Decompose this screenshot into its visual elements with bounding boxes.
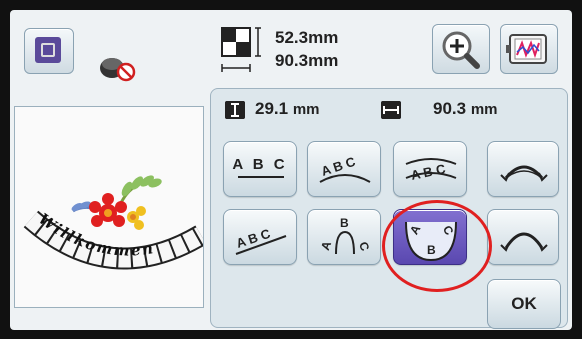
width-measure: 90.3 mm [433,99,498,119]
pattern-width-readout: 90.3mm [275,51,338,71]
arrangement-slant-button[interactable]: A B C [223,209,297,265]
hoop-inner-icon [41,43,55,57]
pattern-width-unit: mm [308,51,339,70]
text-arrangement-panel: 29.1 mm 90.3 mm A B C A B C A B C A B C … [210,88,568,329]
thread-spool-no-icon [100,58,136,82]
arc-up-text-icon: A B C [319,154,371,183]
decrease-curve-button[interactable] [487,209,559,265]
embroidery-design-preview: Willkommen [23,175,207,270]
zoom-button[interactable] [432,24,490,74]
yellow-flower-decoration [127,206,146,230]
highlight-circle [382,200,492,292]
embroidery-preview-button[interactable] [500,24,558,74]
pattern-size-icon [221,27,261,72]
slant-text-icon: A B C [234,226,287,255]
circle-outer-text-icon: B A C [318,216,372,255]
svg-text:C: C [356,240,372,253]
increase-curve-button[interactable] [487,141,559,197]
hoop-frame-button[interactable] [24,28,74,74]
ok-button[interactable]: OK [487,279,561,329]
arc-arrows-icon [500,165,548,182]
svg-text:B: B [340,216,349,230]
arrangement-straight-button[interactable]: A B C [223,141,297,197]
pattern-preview-pane: Willkommen [14,106,207,308]
arc-down-text-icon: A B C [405,158,457,183]
embroidery-frame-preview-icon [506,34,547,64]
arrangement-arc-down-label: A B C [410,161,448,183]
pattern-height-readout: 52.3mm [275,28,338,48]
pattern-height-unit: mm [308,28,339,47]
pattern-height-value: 52.3 [275,28,309,47]
red-flower-decoration [89,193,127,227]
height-measure: 29.1 mm [255,99,320,119]
straight-line-icon [238,176,284,178]
magnifier-plus-icon [442,31,480,69]
arc-arrows-icon [500,232,548,252]
horizontal-size-icon [381,101,401,119]
vertical-size-icon [225,101,245,119]
width-measure-value: 90.3 [433,99,467,118]
svg-text:A: A [318,239,334,252]
embroidery-screen: 52.3mm 90.3mm Willkommen 29.1 mm 90.3 mm… [10,10,572,330]
height-measure-unit: mm [292,101,320,118]
pattern-width-value: 90.3 [275,51,309,70]
arrangement-arc-up-button[interactable]: A B C [307,141,381,197]
arrangement-arc-down-button[interactable]: A B C [393,141,467,197]
height-measure-value: 29.1 [255,99,289,118]
arrangement-circle-outer-button[interactable]: B A C [307,209,381,265]
width-measure-unit: mm [470,101,498,118]
